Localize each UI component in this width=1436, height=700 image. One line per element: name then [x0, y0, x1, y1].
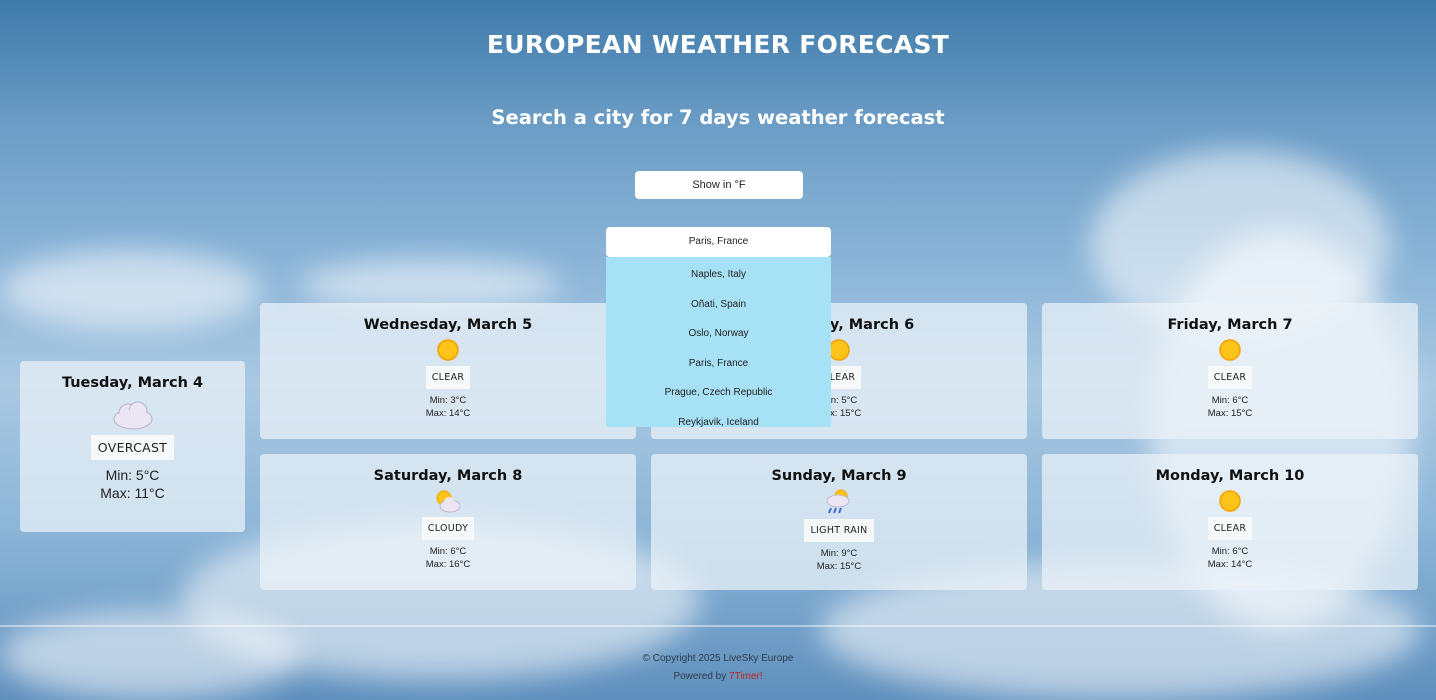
- condition-badge: LIGHT RAIN: [804, 519, 874, 542]
- min-temp: Min: 6°C: [429, 546, 467, 557]
- city-dropdown-list[interactable]: Naples, Italy Oñati, Spain Oslo, Norway …: [606, 257, 831, 427]
- powered-by-link[interactable]: 7Timer!: [729, 671, 763, 682]
- cloud-icon: [20, 399, 245, 431]
- max-temp: Max: 15°C: [816, 560, 862, 572]
- city-option[interactable]: Oslo, Norway: [606, 319, 831, 349]
- powered-by-label: Powered by: [673, 671, 727, 682]
- page-title: EUROPEAN WEATHER FORECAST: [486, 30, 950, 59]
- min-temp: Min: 6°C: [1211, 546, 1249, 557]
- forecast-card-day-7: Monday, March 10 CLEAR Min: 6°C Max: 14°…: [1042, 454, 1418, 590]
- footer-divider: [0, 625, 1436, 627]
- copyright-text: © Copyright 2025 LiveSky Europe: [642, 653, 794, 664]
- condition-badge: CLEAR: [425, 366, 471, 389]
- city-option[interactable]: Prague, Czech Republic: [606, 378, 831, 408]
- condition-badge: CLEAR: [1207, 366, 1253, 389]
- city-option[interactable]: Paris, France: [606, 349, 831, 379]
- sun-icon: [260, 338, 636, 362]
- condition-badge: OVERCAST: [90, 435, 175, 460]
- forecast-day-label: Sunday, March 9: [771, 468, 907, 484]
- condition-badge: CLOUDY: [421, 517, 475, 540]
- forecast-card-day-2: Wednesday, March 5 CLEAR Min: 3°C Max: 1…: [260, 303, 636, 439]
- forecast-day-label: Wednesday, March 5: [363, 317, 533, 333]
- sun-icon: [1042, 489, 1418, 513]
- unit-toggle-button[interactable]: Show in °F: [635, 171, 803, 199]
- forecast-card-day-5: Saturday, March 8 CLOUDY Min: 6°C Max: 1…: [260, 454, 636, 590]
- city-option[interactable]: Reykjavik, Iceland: [606, 408, 831, 427]
- max-temp: Max: 11°C: [100, 485, 165, 501]
- partly-cloudy-icon: [260, 489, 636, 513]
- city-select[interactable]: Paris, France: [606, 227, 831, 257]
- page-subtitle: Search a city for 7 days weather forecas…: [491, 106, 945, 129]
- forecast-card-day-1: Tuesday, March 4 OVERCAST Min: 5°C Max: …: [20, 361, 245, 532]
- forecast-card-day-6: Sunday, March 9 LIGHT RAIN Min: 9°C Max:…: [651, 454, 1027, 590]
- max-temp: Max: 14°C: [1207, 558, 1253, 570]
- forecast-card-day-4: Friday, March 7 CLEAR Min: 6°C Max: 15°C: [1042, 303, 1418, 439]
- forecast-day-label: Saturday, March 8: [373, 468, 523, 484]
- city-option[interactable]: Naples, Italy: [606, 260, 831, 290]
- forecast-day-label: Tuesday, March 4: [61, 375, 204, 391]
- forecast-day-label: Monday, March 10: [1155, 468, 1305, 484]
- min-temp: Min: 9°C: [820, 548, 858, 559]
- condition-badge: CLEAR: [1207, 517, 1253, 540]
- min-temp: Min: 6°C: [1211, 395, 1249, 406]
- min-temp: Min: 3°C: [429, 395, 467, 406]
- city-option[interactable]: Oñati, Spain: [606, 290, 831, 320]
- max-temp: Max: 15°C: [1207, 407, 1253, 419]
- powered-by: Powered by 7Timer!: [0, 671, 1436, 682]
- max-temp: Max: 16°C: [425, 558, 471, 570]
- max-temp: Max: 14°C: [425, 407, 471, 419]
- min-temp: Min: 5°C: [105, 467, 160, 483]
- sun-icon: [1042, 338, 1418, 362]
- rain-cloud-icon: [651, 489, 1027, 515]
- forecast-day-label: Friday, March 7: [1167, 317, 1293, 333]
